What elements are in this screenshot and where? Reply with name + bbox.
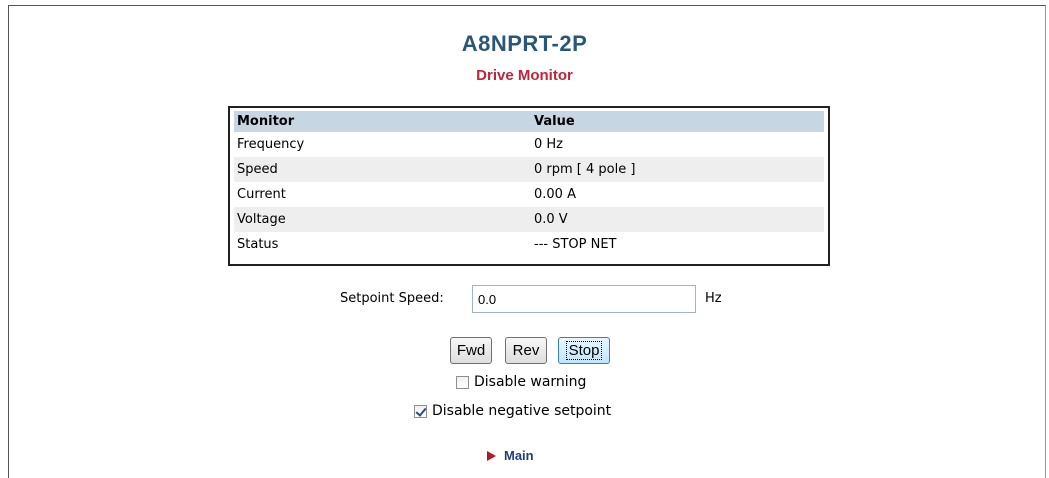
table-row-status: Status --- STOP NET	[234, 232, 824, 257]
row-value: 0 rpm [ 4 pole ]	[534, 162, 636, 177]
setpoint-row: Setpoint Speed: Hz	[0, 285, 1049, 313]
main-link-label: Main	[504, 448, 534, 463]
table-header-row: Monitor Value	[234, 111, 824, 132]
main-link[interactable]: Main	[487, 448, 534, 463]
row-value: 0 Hz	[534, 137, 564, 152]
setpoint-label: Setpoint Speed:	[340, 291, 444, 306]
disable-warning-checkbox[interactable]	[456, 375, 469, 389]
table-row-speed: Speed 0 rpm [ 4 pole ]	[234, 157, 824, 182]
triangle-right-icon	[487, 450, 496, 461]
fwd-button[interactable]: Fwd	[450, 337, 492, 364]
rev-button[interactable]: Rev	[505, 337, 547, 364]
row-value: 0.0 V	[534, 212, 568, 227]
column-header-monitor: Monitor	[237, 114, 295, 129]
device-title: A8NPRT-2P	[461, 31, 588, 56]
disable-warning-option[interactable]: Disable warning	[456, 373, 586, 391]
monitor-table: Monitor Value Frequency 0 Hz Speed 0 rpm…	[228, 106, 830, 266]
stop-button[interactable]: Stop	[558, 337, 610, 364]
setpoint-unit: Hz	[705, 291, 722, 306]
table-row-voltage: Voltage 0.0 V	[234, 207, 824, 232]
row-label: Current	[237, 187, 286, 202]
table-row-current: Current 0.00 A	[234, 182, 824, 207]
setpoint-speed-input[interactable]	[472, 285, 696, 313]
disable-negative-setpoint-label: Disable negative setpoint	[432, 403, 612, 419]
disable-warning-label: Disable warning	[474, 374, 587, 390]
row-label: Speed	[237, 162, 278, 177]
stop-button-label: Stop	[565, 341, 603, 360]
column-header-value: Value	[534, 114, 575, 129]
disable-negative-setpoint-checkbox[interactable]	[414, 404, 427, 418]
row-label: Status	[237, 237, 279, 252]
row-label: Frequency	[237, 137, 305, 152]
row-value: 0.00 A	[534, 187, 576, 202]
row-value: --- STOP NET	[534, 237, 617, 252]
disable-negative-setpoint-option[interactable]: Disable negative setpoint	[414, 402, 611, 420]
table-row-frequency: Frequency 0 Hz	[234, 132, 824, 157]
row-label: Voltage	[237, 212, 286, 227]
page-title: Drive Monitor	[476, 67, 573, 84]
